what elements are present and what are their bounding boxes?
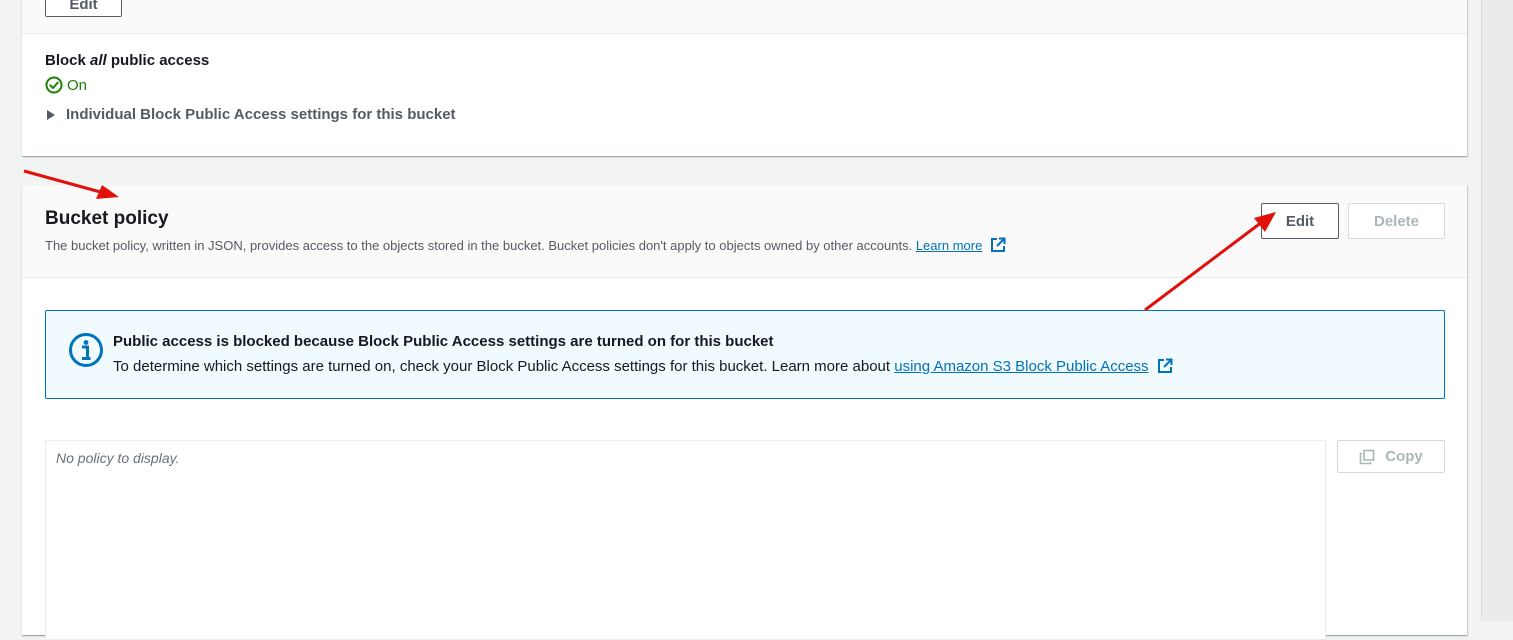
caret-right-icon bbox=[45, 108, 57, 122]
policy-editor[interactable]: No policy to display. bbox=[45, 440, 1326, 640]
block-public-access-edit-button[interactable]: Edit bbox=[45, 0, 122, 17]
status-on: On bbox=[45, 76, 87, 94]
individual-settings-label: Individual Block Public Access settings … bbox=[66, 106, 456, 123]
learn-more-link[interactable]: Learn more bbox=[916, 238, 982, 253]
block-public-access-docs-link[interactable]: using Amazon S3 Block Public Access bbox=[894, 358, 1148, 375]
bucket-policy-header bbox=[22, 185, 1467, 278]
alert-title: Public access is blocked because Block P… bbox=[113, 333, 774, 350]
external-link-icon[interactable] bbox=[1157, 358, 1173, 378]
alert-body: To determine which settings are turned o… bbox=[113, 358, 1173, 378]
copy-icon bbox=[1359, 449, 1375, 465]
block-public-access-panel: Edit bbox=[22, 0, 1467, 156]
bucket-policy-delete-button[interactable]: Delete bbox=[1348, 203, 1445, 239]
external-link-icon[interactable] bbox=[990, 237, 1006, 256]
block-all-public-access-label: Block all public access bbox=[45, 52, 210, 69]
edit-button-label: Edit bbox=[69, 0, 98, 13]
bucket-policy-edit-button[interactable]: Edit bbox=[1261, 203, 1339, 239]
check-circle-icon bbox=[45, 76, 63, 94]
copy-button[interactable]: Copy bbox=[1337, 440, 1445, 473]
policy-placeholder: No policy to display. bbox=[56, 450, 180, 466]
bucket-policy-title: Bucket policy bbox=[45, 208, 169, 229]
info-icon bbox=[68, 332, 104, 368]
public-access-blocked-alert: Public access is blocked because Block P… bbox=[45, 310, 1445, 399]
block-public-access-header bbox=[22, 0, 1467, 34]
status-text: On bbox=[67, 76, 88, 94]
bucket-policy-description: The bucket policy, written in JSON, prov… bbox=[45, 237, 1006, 256]
individual-settings-expander[interactable]: Individual Block Public Access settings … bbox=[45, 106, 456, 123]
page-scrollbar[interactable] bbox=[1481, 0, 1513, 621]
